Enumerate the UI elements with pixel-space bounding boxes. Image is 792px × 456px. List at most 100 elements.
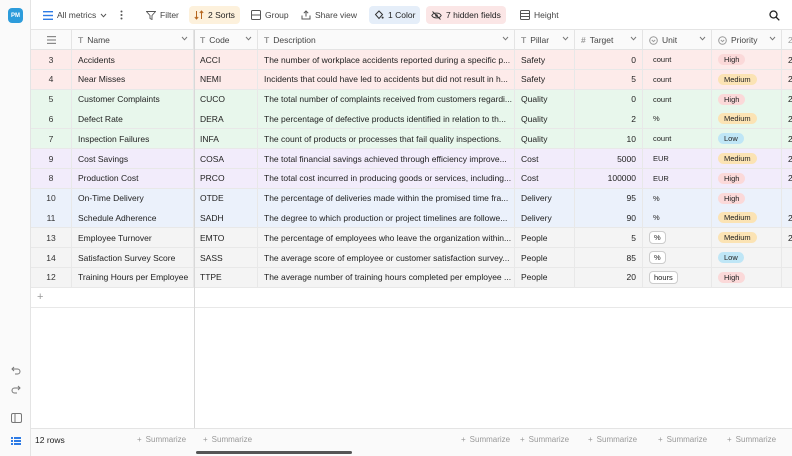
horizontal-scrollbar[interactable] [196, 451, 352, 454]
column-header-pillar[interactable]: T Pillar [515, 30, 575, 50]
cell-name[interactable]: Training Hours per Employee [72, 267, 194, 287]
table-row[interactable]: 3 Accidents ACCI The number of workplace ac… [31, 50, 792, 70]
summarize-priority[interactable]: + Summarize [658, 435, 707, 444]
cell-priority[interactable]: High [712, 89, 782, 109]
table-row[interactable]: 8 Production Cost PRCO The total cost incur… [31, 168, 792, 189]
cell-target[interactable]: 2 [575, 109, 643, 129]
cell-overflow[interactable]: 2 [782, 169, 792, 188]
cell-code[interactable]: SADH [194, 208, 258, 228]
color-button[interactable]: 1 Color [369, 6, 421, 24]
cell-name[interactable]: Near Misses [72, 69, 194, 89]
cell-pillar[interactable]: People [515, 248, 575, 267]
cell-priority[interactable]: High [712, 188, 782, 208]
table-row[interactable]: 11 Schedule Adherence SADH The degree to wh… [31, 208, 792, 229]
cell-target[interactable]: 100000 [575, 168, 643, 188]
cell-target[interactable]: 5 [575, 228, 643, 248]
row-number[interactable]: 14 [31, 248, 72, 267]
column-header-priority[interactable]: Priority [712, 30, 782, 50]
cell-unit[interactable]: % [643, 248, 712, 267]
cell-pillar[interactable]: Cost [515, 149, 575, 168]
table-row[interactable]: 12 Training Hours per Employee TTPE The ave… [31, 267, 792, 288]
table-row[interactable]: 14 Satisfaction Survey Score SASS The avera… [31, 248, 792, 268]
cell-unit[interactable]: % [643, 109, 712, 129]
cell-priority[interactable]: High [712, 267, 782, 287]
redo-icon[interactable] [10, 383, 22, 395]
cell-target[interactable]: 0 [575, 89, 643, 109]
cell-priority[interactable]: Medium [712, 228, 782, 248]
table-row[interactable]: 9 Cost Savings COSA The total financial sav… [31, 149, 792, 169]
grid-view-icon[interactable] [10, 435, 22, 447]
add-row-button[interactable]: + [31, 288, 792, 308]
cell-overflow[interactable]: 2 [782, 109, 792, 128]
cell-description[interactable]: The percentage of deliveries made within… [258, 188, 515, 208]
cell-name[interactable]: Accidents [72, 50, 194, 69]
row-number[interactable]: 9 [31, 149, 72, 168]
row-number[interactable]: 12 [31, 267, 72, 287]
cell-overflow[interactable]: 2 [782, 129, 792, 148]
table-row[interactable]: 6 Defect Rate DERA The percentage of defect… [31, 109, 792, 130]
cell-description[interactable]: The total financial savings achieved thr… [258, 149, 515, 168]
cell-name[interactable]: Inspection Failures [72, 129, 194, 149]
row-number[interactable]: 8 [31, 168, 72, 188]
hidden-fields-button[interactable]: 7 hidden fields [426, 6, 506, 24]
cell-code[interactable]: INFA [194, 129, 258, 149]
workspace-avatar[interactable]: PM [8, 8, 23, 23]
cell-overflow[interactable] [782, 248, 792, 267]
cell-pillar[interactable]: Quality [515, 89, 575, 109]
summarize-overflow[interactable]: + Summarize [727, 435, 776, 444]
column-header-name[interactable]: T Name [72, 30, 194, 50]
cell-name[interactable]: Production Cost [72, 168, 194, 188]
cell-code[interactable]: COSA [194, 149, 258, 168]
cell-name[interactable]: Cost Savings [72, 149, 194, 168]
cell-overflow[interactable]: 2 [782, 149, 792, 168]
column-header-target[interactable]: # Target [575, 30, 643, 50]
cell-unit[interactable]: EUR [643, 149, 712, 168]
row-number[interactable]: 4 [31, 69, 72, 89]
cell-target[interactable]: 10 [575, 129, 643, 149]
cell-unit[interactable]: count [643, 89, 712, 109]
cell-description[interactable]: The average score of employee or custome… [258, 248, 515, 267]
select-all-checkbox[interactable] [31, 30, 72, 50]
cell-code[interactable]: TTPE [194, 267, 258, 287]
summarize-pillar[interactable]: + Summarize [461, 435, 510, 444]
cell-name[interactable]: Schedule Adherence [72, 208, 194, 228]
cell-description[interactable]: The total number of complaints received … [258, 89, 515, 109]
row-number[interactable]: 10 [31, 188, 72, 208]
cell-pillar[interactable]: Delivery [515, 188, 575, 208]
row-height-button[interactable]: Height [515, 6, 564, 24]
cell-description[interactable]: The percentage of defective products ide… [258, 109, 515, 129]
cell-overflow[interactable]: 2 [782, 50, 792, 69]
cell-description[interactable]: The degree to which production or projec… [258, 208, 515, 228]
row-number[interactable]: 3 [31, 50, 72, 69]
cell-pillar[interactable]: Safety [515, 50, 575, 69]
cell-priority[interactable]: Low [712, 248, 782, 267]
cell-target[interactable]: 85 [575, 248, 643, 267]
cell-unit[interactable]: count [643, 129, 712, 149]
cell-name[interactable]: Customer Complaints [72, 89, 194, 109]
summarize-description[interactable]: + Summarize [203, 435, 252, 444]
cell-overflow[interactable] [782, 268, 792, 287]
cell-overflow[interactable]: 2 [782, 90, 792, 109]
cell-target[interactable]: 5 [575, 69, 643, 89]
cell-priority[interactable]: Medium [712, 69, 782, 89]
cell-description[interactable]: The average number of training hours com… [258, 267, 515, 287]
cell-description[interactable]: The total cost incurred in producing goo… [258, 168, 515, 188]
cell-code[interactable]: DERA [194, 109, 258, 129]
table-row[interactable]: 13 Employee Turnover EMTO The percentage of… [31, 228, 792, 249]
cell-unit[interactable]: % [643, 208, 712, 228]
cell-pillar[interactable]: Quality [515, 109, 575, 129]
cell-code[interactable]: ACCI [194, 50, 258, 69]
cell-name[interactable]: Satisfaction Survey Score [72, 248, 194, 267]
summarize-unit[interactable]: + Summarize [588, 435, 637, 444]
sort-button[interactable]: 2 Sorts [189, 6, 240, 24]
cell-code[interactable]: OTDE [194, 188, 258, 208]
cell-code[interactable]: PRCO [194, 168, 258, 188]
share-view-button[interactable]: Share view [296, 6, 362, 24]
cell-unit[interactable]: hours [643, 267, 712, 287]
sidebar-toggle-icon[interactable] [10, 412, 22, 424]
cell-unit[interactable]: % [643, 188, 712, 208]
cell-code[interactable]: CUCO [194, 89, 258, 109]
table-row[interactable]: 5 Customer Complaints CUCO The total number… [31, 89, 792, 110]
cell-pillar[interactable]: Cost [515, 168, 575, 188]
table-row[interactable]: 7 Inspection Failures INFA The count of pro… [31, 129, 792, 150]
